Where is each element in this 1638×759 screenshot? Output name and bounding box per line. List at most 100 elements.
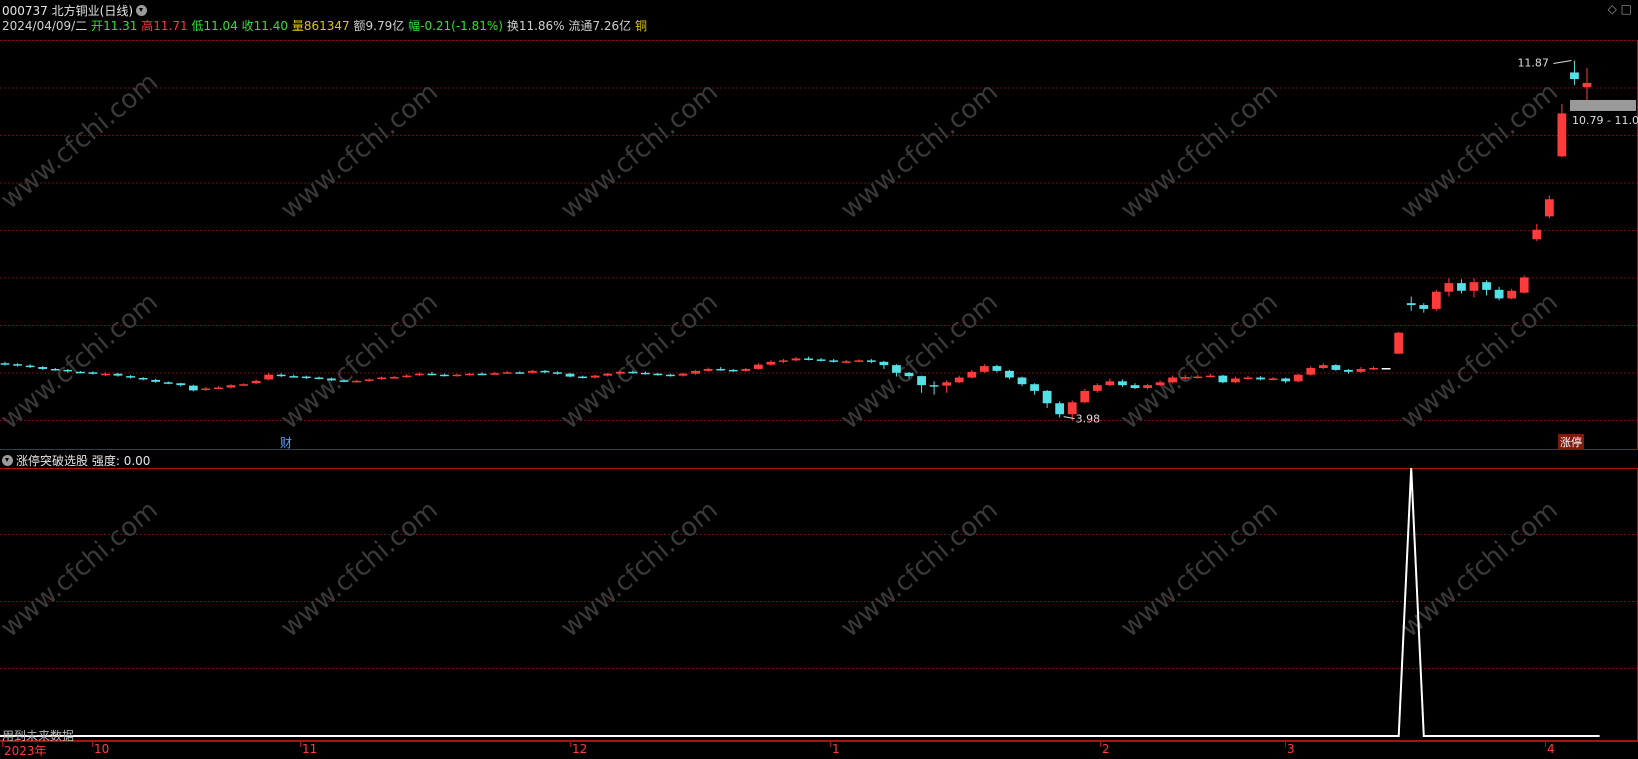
candle-body [1444,283,1454,292]
candle-body [854,360,864,362]
candle-body [226,385,236,388]
indicator-watermark: www.cfchi.com www.cfchi.com www.cfchi.com w… [0,495,1564,643]
price-band-label: 10.79 - 11.0 [1572,114,1638,127]
candle-body [1080,390,1090,403]
candle-body [1570,72,1579,80]
quote-row: 2024/04/09/二 开11.31 高11.71 低11.04 收11.40… [2,17,647,34]
volume-value: 861347 [303,19,350,33]
candle-body [1306,368,1316,375]
candle-body [565,373,575,377]
candle-body [578,376,587,379]
amount-label: 额 [353,19,366,33]
open-value: 11.31 [103,19,138,33]
candle-body [1005,370,1014,378]
candle-body [929,385,939,387]
candle-body [13,364,22,366]
candle-body [25,365,35,368]
time-axis: 2023年 10 11 12 1 2 3 4 [0,741,1638,759]
indicator-dropdown-icon[interactable] [2,455,13,466]
watermark-text: www.cfchi.com [275,287,444,435]
watermark-text: www.cfchi.com [835,495,1004,643]
candle-body [50,368,60,371]
candle-body [414,373,424,376]
candle-body [314,377,324,380]
indicator-line [0,468,1600,737]
candle-body [892,365,901,373]
candle-body [427,373,437,376]
expand-icon[interactable]: □ [1621,2,1632,16]
candle-body [264,374,274,380]
candle-body [276,374,286,377]
watermark-text: www.cfchi.com [835,77,1004,225]
candle-body [527,370,537,373]
candle-body [389,377,399,379]
candle-body [0,363,10,365]
candle-body [176,383,186,386]
time-axis-label: 1 [832,742,840,756]
watermark-text: www.cfchi.com [1115,495,1284,643]
candle-body [1118,381,1127,386]
candle-body [1469,282,1479,291]
change-value: -0.21(-1.81%) [420,19,503,33]
watermark-text: www.cfchi.com [0,67,164,215]
candle-body [1431,291,1441,309]
candle-body [804,358,813,360]
watermark-text: www.cfchi.com [555,77,724,225]
candle-body [1344,369,1353,372]
diamond-icon[interactable]: ◇ [1608,2,1617,16]
candle-body [1092,385,1102,391]
limit-up-badge[interactable]: 涨停 [1558,434,1584,450]
candle-body [1394,332,1404,354]
stock-code: 000737 [2,4,48,18]
sector-tag[interactable]: 铜 [635,19,647,33]
kline-chart[interactable]: www.cfchi.com www.cfchi.com www.cfchi.com w… [0,40,1638,450]
candle-body [1293,374,1303,382]
turnover-value: 11.86% [518,19,565,33]
turnover-label: 换 [506,19,519,33]
candle-body [1544,199,1554,217]
candle-body [38,367,48,369]
candle-body [640,372,650,375]
float-value: 7.26亿 [592,19,632,33]
candle-body [779,360,788,362]
quote-date: 2024/04/09/二 [2,19,88,33]
candle-body [63,369,73,372]
indicator-chart[interactable]: www.cfchi.com www.cfchi.com www.cfchi.com w… [0,468,1638,741]
candle-body [942,382,952,386]
time-axis-line [0,741,1638,742]
top-right-controls: ◇ □ [1608,2,1632,16]
time-axis-label: 3 [1287,742,1295,756]
candle-body [1281,378,1291,382]
candle-body [791,358,801,361]
low-value: 11.04 [203,19,238,33]
candle-body [1557,113,1567,157]
candle-body [1105,381,1115,386]
candle-body [440,374,449,377]
candle-body [1155,382,1165,386]
candle-body [954,377,964,383]
close-value: 11.40 [253,19,289,33]
float-label: 流通 [568,19,593,33]
candle-body [101,373,110,376]
low-marker: 3.98 [1076,413,1101,426]
amount-value: 9.79亿 [365,19,405,33]
watermark-text: www.cfchi.com [0,287,164,435]
candle-body [678,373,688,376]
candle-body [540,370,550,373]
period-dropdown-icon[interactable] [136,5,148,16]
high-value: 11.71 [153,19,188,33]
candle-body [753,364,763,369]
indicator-grid [0,468,1638,741]
indicator-name[interactable]: 涨停突破选股 [16,454,88,468]
candle-body [214,387,223,390]
watermark-text: www.cfchi.com [1115,77,1284,225]
finance-marker[interactable]: 财 [280,434,292,451]
candle-body [1482,282,1491,290]
candles [0,60,1592,421]
candle-body [163,382,173,384]
candle-body [766,361,776,365]
candle-body [201,388,211,390]
candle-body [188,385,198,391]
stock-name: 北方铜业 [51,4,100,18]
candle-body [301,376,311,379]
